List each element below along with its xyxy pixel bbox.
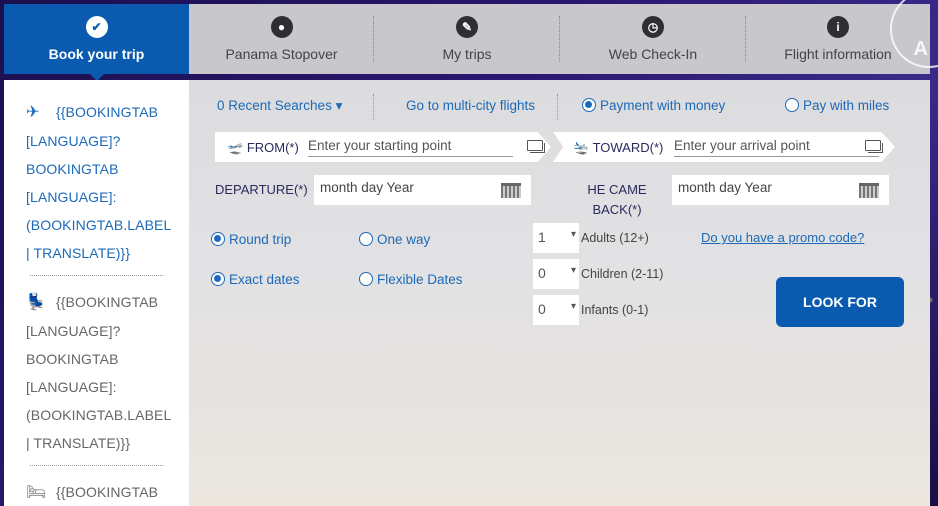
tab-label: Web Check-In: [608, 46, 698, 62]
multi-city-link[interactable]: Go to multi-city flights: [406, 98, 535, 113]
tab-label: Book your trip: [48, 46, 145, 62]
pencil-icon: ✎: [456, 16, 478, 38]
calendar-icon[interactable]: [859, 183, 879, 198]
radio-label: Pay with miles: [803, 98, 890, 113]
sidebar-item-hotel[interactable]: 🛏 {{BOOKINGTAB: [26, 478, 167, 506]
tab-panama-stopover[interactable]: ● Panama Stopover: [189, 4, 374, 74]
children-select[interactable]: 0 ▾: [533, 259, 579, 289]
departure-date-input[interactable]: [320, 180, 490, 195]
sidebar-divider: [30, 275, 163, 276]
from-input[interactable]: [308, 135, 513, 157]
sidebar-item-label: [LANGUAGE]?: [26, 323, 121, 339]
departure-label: DEPARTURE(*): [215, 182, 308, 197]
toward-label-text: TOWARD(*): [592, 140, 664, 155]
flexible-dates-radio[interactable]: Flexible Dates: [359, 272, 463, 287]
sidebar-divider: [30, 465, 163, 466]
sidebar-item-label: | TRANSLATE)}}: [26, 435, 131, 451]
radio-label: Payment with money: [600, 98, 726, 113]
sidebar-item-label: {{BOOKINGTAB: [56, 484, 159, 500]
clock-icon: ◷: [642, 16, 664, 38]
promo-code-link[interactable]: Do you have a promo code?: [701, 230, 864, 245]
departure-date-field: [314, 175, 531, 205]
chevron-down-icon: ▾: [570, 301, 576, 312]
map-pin-icon: ●: [270, 16, 293, 38]
radio-selected-icon: [211, 232, 225, 246]
tab-label: My trips: [442, 46, 492, 62]
tab-label: Flight information: [784, 46, 892, 62]
keyboard-icon[interactable]: [865, 140, 883, 153]
sidebar-item-label: BOOKINGTAB: [26, 351, 119, 367]
airplane-icon: ✈: [26, 104, 40, 121]
chevron-down-icon: ▾: [570, 265, 576, 276]
brand-logo-letter: A: [913, 38, 928, 60]
landing-icon: 🛬: [573, 140, 590, 155]
radio-label: Round trip: [229, 232, 292, 247]
tab-my-trips[interactable]: ✎ My trips: [374, 4, 560, 74]
toward-input[interactable]: [674, 135, 879, 157]
infants-select[interactable]: 0 ▾: [533, 295, 579, 325]
from-field-container: 🛫 FROM(*): [215, 132, 551, 162]
booking-form: 0 Recent Searches ▾ Go to multi-city fli…: [189, 80, 930, 506]
adults-select[interactable]: 1 ▾: [533, 223, 579, 253]
radio-selected-icon: [211, 272, 225, 286]
return-date-field: [672, 175, 889, 205]
sidebar-item-label: BOOKINGTAB: [26, 161, 119, 177]
sidebar-item-seat[interactable]: 💺 {{BOOKINGTAB [LANGUAGE]? BOOKINGTAB [LA…: [26, 288, 172, 457]
return-label-line: BACK(*): [592, 202, 642, 217]
children-label: Children (2-11): [581, 267, 664, 281]
infants-label: Infants (0-1): [581, 303, 649, 317]
sidebar-item-label: [LANGUAGE]?: [26, 133, 121, 149]
radio-selected-icon: [582, 98, 596, 112]
adults-value: 1: [538, 229, 546, 245]
seat-icon: 💺: [26, 294, 47, 311]
return-label-line: HE CAME: [587, 182, 647, 197]
payment-money-radio[interactable]: Payment with money: [582, 98, 725, 113]
sidebar-item-label: (BOOKINGTAB.LABEL: [26, 217, 172, 233]
recent-searches-dropdown[interactable]: 0 Recent Searches ▾: [217, 98, 342, 114]
tab-book-your-trip[interactable]: ✔ Book your trip: [4, 4, 189, 81]
return-date-input[interactable]: [678, 180, 848, 195]
children-value: 0: [538, 265, 546, 281]
exact-dates-radio[interactable]: Exact dates: [211, 272, 300, 287]
sidebar-item-label: {{BOOKINGTAB: [56, 104, 159, 120]
tab-web-check-in[interactable]: ◷ Web Check-In: [560, 4, 746, 74]
search-button[interactable]: LOOK FOR: [776, 277, 904, 327]
sidebar-item-label: (BOOKINGTAB.LABEL: [26, 407, 172, 423]
round-trip-radio[interactable]: Round trip: [211, 232, 291, 247]
payment-miles-radio[interactable]: Pay with miles: [785, 98, 889, 113]
keyboard-icon[interactable]: [527, 140, 545, 153]
divider: [373, 94, 374, 120]
toward-label: 🛬 TOWARD(*): [573, 140, 663, 156]
adults-label: Adults (12+): [581, 231, 649, 245]
sidebar-item-flights[interactable]: ✈ {{BOOKINGTAB [LANGUAGE]? BOOKINGTAB [LA…: [26, 98, 172, 267]
radio-label: One way: [377, 232, 431, 247]
bed-icon: 🛏: [26, 484, 47, 501]
calendar-icon[interactable]: [501, 183, 521, 198]
radio-unselected-icon: [359, 232, 373, 246]
toward-field-container: 🛬 TOWARD(*): [553, 132, 895, 162]
one-way-radio[interactable]: One way: [359, 232, 430, 247]
takeoff-icon: 🛫: [227, 140, 244, 155]
info-icon: i: [827, 16, 849, 38]
return-label: HE CAME BACK(*): [584, 180, 650, 220]
from-label: 🛫 FROM(*): [227, 140, 299, 156]
radio-label: Exact dates: [229, 272, 300, 287]
check-circle-icon: ✔: [85, 16, 108, 38]
booking-type-sidebar: ✈ {{BOOKINGTAB [LANGUAGE]? BOOKINGTAB [LA…: [4, 80, 199, 506]
radio-unselected-icon: [785, 98, 799, 112]
divider: [557, 94, 558, 120]
sidebar-item-label: [LANGUAGE]:: [26, 379, 117, 395]
radio-label: Flexible Dates: [377, 272, 463, 287]
sidebar-item-label: {{BOOKINGTAB: [56, 294, 159, 310]
sidebar-item-label: [LANGUAGE]:: [26, 189, 117, 205]
tab-label: Panama Stopover: [225, 46, 338, 62]
infants-value: 0: [538, 301, 546, 317]
sidebar-item-label: | TRANSLATE)}}: [26, 245, 131, 261]
chevron-down-icon: ▾: [570, 229, 576, 240]
from-label-text: FROM(*): [246, 140, 299, 155]
top-tab-bar: ✔ Book your trip ● Panama Stopover ✎ My …: [4, 4, 930, 81]
radio-unselected-icon: [359, 272, 373, 286]
